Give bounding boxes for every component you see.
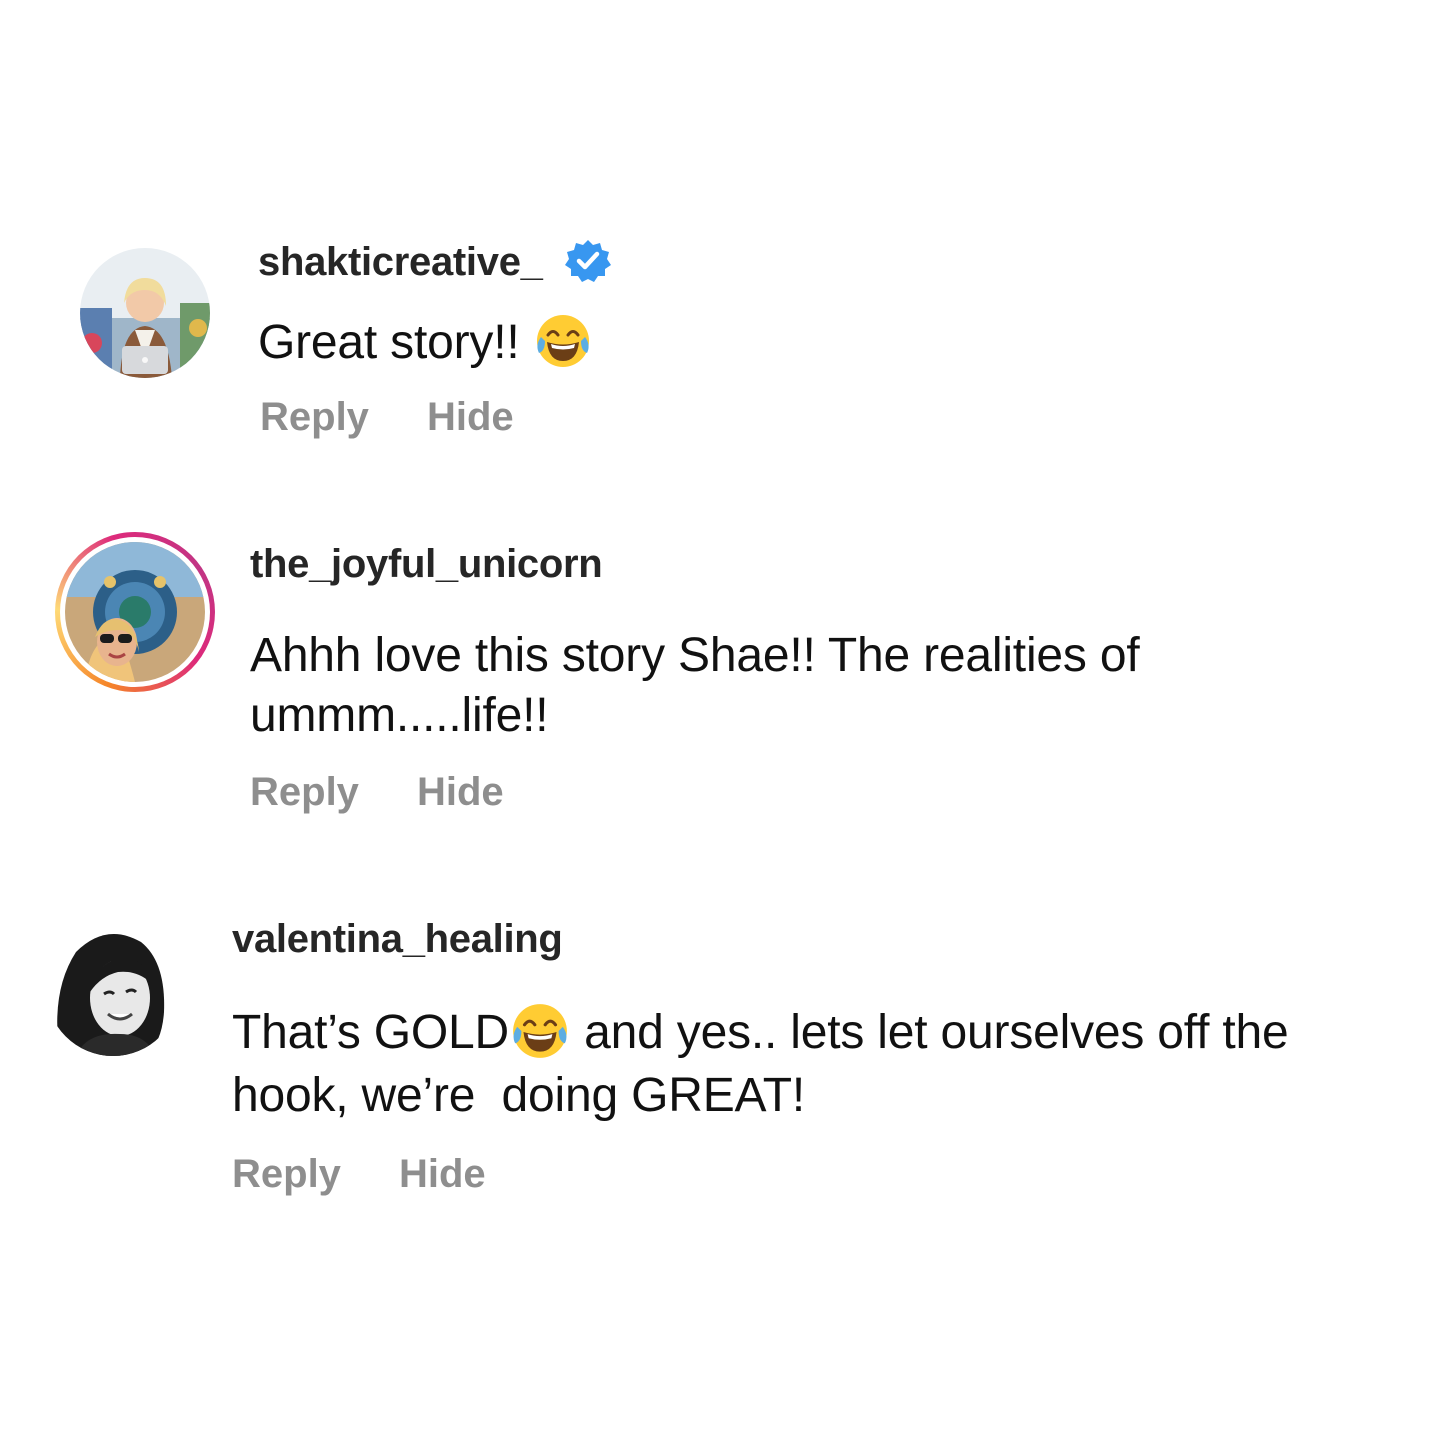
comment-text-line: That’s GOLD and yes.. lets let ourselves… [232, 1003, 1432, 1066]
story-ring-inner [60, 537, 210, 687]
hide-button[interactable]: Hide [427, 395, 514, 439]
avatar[interactable] [46, 922, 180, 1056]
comment-actions: Reply Hide [260, 395, 514, 440]
story-ring[interactable] [55, 532, 215, 692]
comment-text-line: Ahhh love this story Shae!! The realitie… [250, 629, 1140, 682]
reply-button[interactable]: Reply [250, 770, 359, 814]
comment-text: Ahhh love this story Shae!! The realitie… [250, 626, 1140, 746]
comment-text-line: hook, we’re doing GREAT! [232, 1069, 806, 1123]
hide-button[interactable]: Hide [417, 770, 504, 814]
comment-text-part: Great story!! [258, 316, 533, 369]
comment-username[interactable]: shakticreative_ [258, 240, 612, 287]
comment-actions: Reply Hide [250, 770, 504, 815]
comment-username[interactable]: the_joyful_unicorn [250, 542, 603, 587]
comment-text: That’s GOLD and yes.. lets let ourselves… [232, 1003, 1432, 1126]
avatar-photo-icon [65, 542, 205, 682]
comment-text-line: ummm.....life!! [250, 689, 549, 742]
comment-text: Great story!! [258, 313, 593, 375]
avatar[interactable] [80, 248, 210, 378]
comment-actions: Reply Hide [232, 1152, 486, 1197]
reply-button[interactable]: Reply [232, 1152, 341, 1196]
avatar-photo-icon [46, 922, 180, 1056]
username-text[interactable]: the_joyful_unicorn [250, 542, 603, 586]
comment-username[interactable]: valentina_healing [232, 917, 563, 962]
comment-text-part: and yes.. lets let ourselves off the [571, 1006, 1289, 1059]
username-text[interactable]: valentina_healing [232, 917, 563, 961]
avatar-photo-icon [80, 248, 210, 378]
username-text[interactable]: shakticreative_ [258, 240, 543, 284]
avatar[interactable] [65, 542, 205, 682]
reply-button[interactable]: Reply [260, 395, 369, 439]
comment-text-part: That’s GOLD [232, 1006, 510, 1059]
face-with-tears-of-joy-icon [536, 315, 589, 368]
verified-badge-icon [565, 240, 612, 283]
hide-button[interactable]: Hide [399, 1152, 486, 1196]
face-with-tears-of-joy-icon [513, 1004, 567, 1059]
